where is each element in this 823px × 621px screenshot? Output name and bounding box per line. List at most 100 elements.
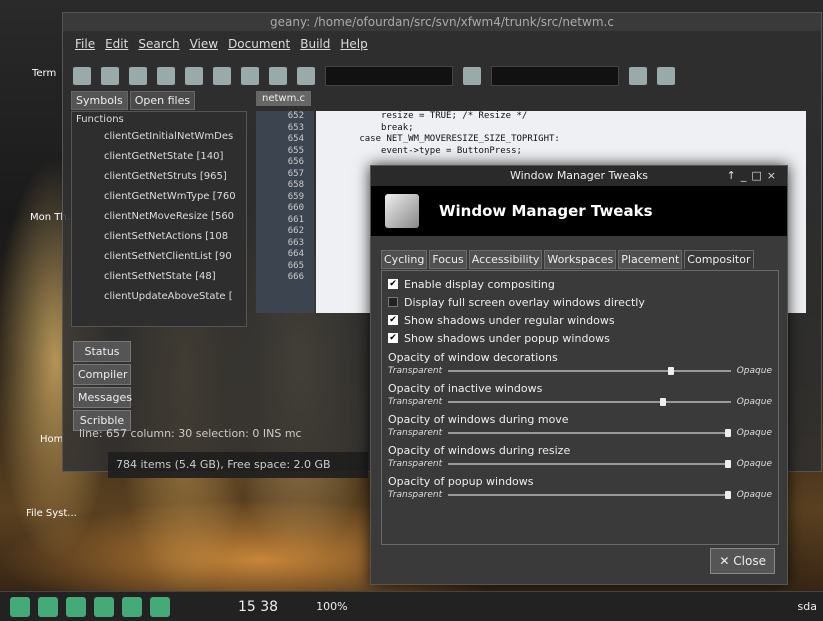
color-icon[interactable] (297, 67, 315, 85)
checkbox[interactable]: ✔ (388, 279, 398, 289)
menu-search[interactable]: Search (138, 37, 179, 51)
tab-symbols[interactable]: Symbols (71, 91, 128, 110)
tab-compiler[interactable]: Compiler (73, 364, 131, 385)
search-input[interactable] (325, 66, 453, 86)
symbol-item[interactable]: clientGetNetState [140] (72, 147, 246, 167)
terminal-icon[interactable] (38, 596, 58, 617)
slider-knob[interactable] (659, 398, 666, 406)
symbol-item[interactable]: clientNetMoveResize [560 (72, 207, 246, 227)
reload-icon[interactable] (185, 67, 203, 85)
symbol-item[interactable]: clientGetNetWmType [760 (72, 187, 246, 207)
high-label: Opaque (736, 428, 772, 438)
tab-open-files[interactable]: Open files (129, 91, 196, 110)
menu-edit[interactable]: Edit (105, 37, 128, 51)
slider-track[interactable] (448, 398, 731, 406)
dialog-heading: Window Manager Tweaks (439, 202, 653, 220)
quit-icon[interactable] (657, 67, 675, 85)
slider-popup[interactable]: Transparent Opaque (388, 488, 772, 502)
check-fullscreen-overlay[interactable]: Display full screen overlay windows dire… (388, 293, 772, 311)
slider-label: Opacity of popup windows (388, 475, 534, 488)
dialog-tabs: Cycling Focus Accessibility Workspaces P… (381, 250, 754, 269)
slider-knob[interactable] (724, 460, 731, 468)
taskbar: 15 38 100% sda (0, 591, 823, 621)
menu-icon[interactable] (10, 596, 30, 617)
desktop-icon-home[interactable]: Hom (40, 434, 63, 445)
check-label: Enable display compositing (404, 277, 555, 291)
code-line: break; (316, 122, 414, 133)
menu-bar: File Edit Search View Document Build Hel… (75, 37, 368, 51)
clock[interactable]: 15 38 (238, 599, 278, 615)
battery-level[interactable]: 100% (316, 600, 347, 613)
user-label[interactable]: sda (798, 600, 817, 613)
high-label: Opaque (736, 459, 772, 469)
slider-knob[interactable] (724, 429, 731, 437)
checkbox[interactable]: ✔ (388, 333, 398, 343)
code-line: case NET_WM_MOVERESIZE_SIZE_TOPRIGHT: (316, 134, 560, 144)
save-icon[interactable] (129, 67, 147, 85)
slider-inactive[interactable]: Transparent Opaque (388, 395, 772, 409)
editor-icon[interactable] (66, 596, 86, 617)
desktop-icon-filesystem[interactable]: File Syst... (26, 508, 77, 519)
check-compositing[interactable]: ✔ Enable display compositing (388, 275, 772, 293)
tab-messages[interactable]: Messages (73, 387, 132, 408)
menu-build[interactable]: Build (300, 37, 330, 51)
close-button[interactable]: ✕ Close (710, 548, 775, 574)
functions-header[interactable]: Functions (72, 112, 246, 127)
files-icon[interactable] (94, 596, 114, 617)
symbol-item[interactable]: clientSetNetClientList [90 (72, 247, 246, 267)
back-icon[interactable] (241, 67, 259, 85)
tweaks-icon (385, 194, 419, 228)
goto-icon[interactable] (629, 67, 647, 85)
symbol-item[interactable]: clientGetNetStruts [965] (72, 167, 246, 187)
tab-placement[interactable]: Placement (618, 250, 683, 269)
slider-knob[interactable] (668, 367, 675, 375)
slider-label: Opacity of windows during resize (388, 444, 571, 457)
checkbox[interactable] (388, 297, 398, 307)
line-number: 666 (287, 272, 304, 282)
tab-compositor[interactable]: Compositor (684, 250, 754, 269)
slider-decorations[interactable]: Transparent Opaque (388, 364, 772, 378)
menu-document[interactable]: Document (228, 37, 290, 51)
slider-move[interactable]: Transparent Opaque (388, 426, 772, 440)
save-all-icon[interactable] (157, 67, 175, 85)
slider-knob[interactable] (724, 491, 731, 499)
tab-status[interactable]: Status (73, 341, 131, 362)
goto-line-input[interactable] (491, 66, 619, 86)
wm-tweaks-dialog: Window Manager Tweaks ↑_□× Window Manage… (370, 165, 788, 585)
slider-resize[interactable]: Transparent Opaque (388, 457, 772, 471)
code-line: resize = TRUE; /* Resize */ (316, 111, 528, 121)
close-icon: ✕ (719, 554, 734, 568)
tab-accessibility[interactable]: Accessibility (468, 250, 543, 269)
desktop-icon-term[interactable]: Term (32, 68, 56, 79)
window-controls[interactable]: ↑_□× (727, 166, 781, 186)
slider-track[interactable] (448, 460, 731, 468)
search-icon[interactable] (463, 67, 481, 85)
line-number: 656 (287, 157, 304, 167)
close-icon[interactable] (213, 67, 231, 85)
slider-track[interactable] (448, 429, 731, 437)
symbol-item[interactable]: clientUpdateAboveState [ (72, 287, 246, 307)
check-shadows-popup[interactable]: ✔ Show shadows under popup windows (388, 329, 772, 347)
tab-focus[interactable]: Focus (429, 250, 467, 269)
check-shadows-regular[interactable]: ✔ Show shadows under regular windows (388, 311, 772, 329)
open-file-icon[interactable] (101, 67, 119, 85)
browser-icon[interactable] (150, 596, 170, 617)
mail-icon[interactable] (122, 596, 142, 617)
editor-tab[interactable]: netwm.c (256, 91, 312, 106)
symbol-item[interactable]: clientSetNetActions [108 (72, 227, 246, 247)
menu-view[interactable]: View (190, 37, 218, 51)
menu-file[interactable]: File (75, 37, 95, 51)
slider-track[interactable] (448, 491, 731, 499)
menu-help[interactable]: Help (340, 37, 367, 51)
slider-track[interactable] (448, 367, 731, 375)
compositor-panel: ✔ Enable display compositing Display full… (381, 270, 779, 545)
checkbox[interactable]: ✔ (388, 315, 398, 325)
tab-workspaces[interactable]: Workspaces (544, 250, 617, 269)
compile-icon[interactable] (269, 67, 287, 85)
new-file-icon[interactable] (73, 67, 91, 85)
symbol-item[interactable]: clientGetInitialNetWmDes (72, 127, 246, 147)
symbol-item[interactable]: clientSetNetState [48] (72, 267, 246, 287)
tab-cycling[interactable]: Cycling (381, 250, 428, 269)
check-label: Show shadows under regular windows (404, 313, 615, 327)
toolbar (73, 63, 675, 89)
